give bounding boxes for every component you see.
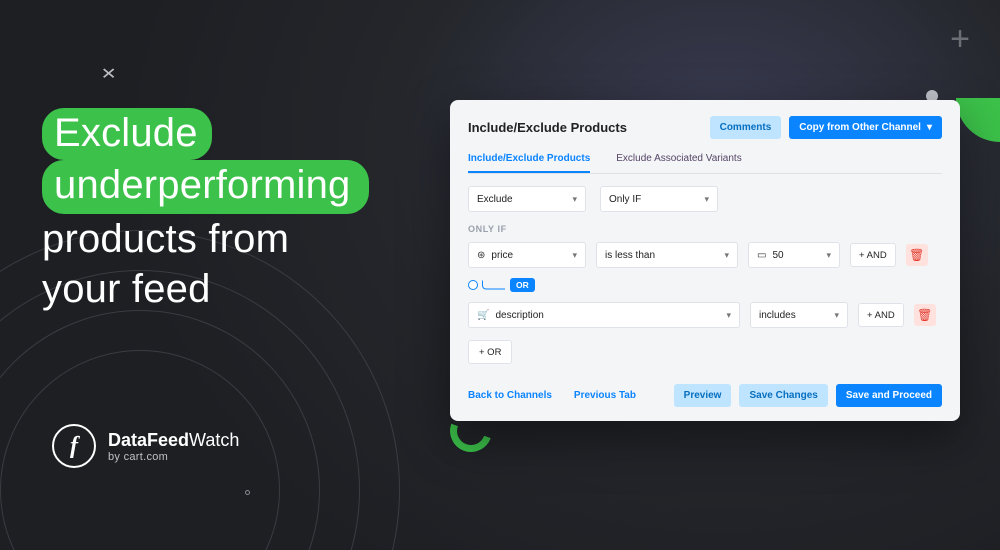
number-icon: ▭ (757, 250, 766, 261)
add-and-button[interactable]: + AND (858, 303, 904, 327)
plus-decor: + (950, 20, 970, 59)
headline-line-3: products from (42, 217, 289, 261)
trash-icon: 🗑 (909, 248, 924, 262)
logo-text-bold: DataFeed (108, 430, 189, 450)
chevron-down-icon (572, 194, 577, 205)
tab-include-exclude[interactable]: Include/Exclude Products (468, 153, 590, 173)
condition-row-2: 🛒description includes + AND 🗑 (468, 302, 942, 328)
add-and-button[interactable]: + AND (850, 243, 896, 267)
logo-subtext: by cart.com (108, 451, 239, 463)
scope-select[interactable]: Only IF (600, 186, 718, 212)
panel-title: Include/Exclude Products (468, 120, 627, 135)
field-select[interactable]: 🛒description (468, 302, 740, 328)
brand-logo: f DataFeedWatch by cart.com (52, 424, 239, 468)
delete-button[interactable]: 🗑 (914, 304, 936, 326)
value-select[interactable]: ▭50 (748, 242, 840, 268)
operator-select[interactable]: is less than (596, 242, 738, 268)
chevron-down-icon (724, 250, 729, 261)
field-select[interactable]: ⊛price (468, 242, 586, 268)
chevron-down-icon (826, 250, 831, 261)
price-icon: ⊛ (477, 250, 485, 261)
headline-line-4: your feed (42, 267, 211, 311)
tab-exclude-variants[interactable]: Exclude Associated Variants (616, 153, 741, 173)
rules-panel: Include/Exclude Products Comments Copy f… (450, 100, 960, 421)
previous-tab-link[interactable]: Previous Tab (574, 390, 636, 401)
section-label: ONLY IF (468, 224, 942, 234)
headline: Exclude underperforming products from yo… (42, 108, 369, 314)
x-decor: ✕ (101, 64, 117, 84)
save-proceed-button[interactable]: Save and Proceed (836, 384, 942, 407)
add-or-button[interactable]: + OR (468, 340, 512, 364)
chevron-down-icon (704, 194, 709, 205)
delete-button[interactable]: 🗑 (906, 244, 928, 266)
headline-pill-2: underperforming (42, 160, 369, 214)
comments-button[interactable]: Comments (710, 116, 782, 139)
preview-button[interactable]: Preview (674, 384, 732, 407)
tabs: Include/Exclude Products Exclude Associa… (468, 153, 942, 174)
save-changes-button[interactable]: Save Changes (739, 384, 827, 407)
chevron-down-icon: ▾ (927, 122, 932, 133)
trash-icon: 🗑 (917, 308, 932, 322)
action-select[interactable]: Exclude (468, 186, 586, 212)
copy-channel-button[interactable]: Copy from Other Channel▾ (789, 116, 942, 139)
or-connector: OR (510, 278, 535, 292)
cart-icon: 🛒 (477, 310, 489, 321)
logo-text-thin: Watch (189, 430, 239, 450)
back-to-channels-link[interactable]: Back to Channels (468, 390, 552, 401)
operator-select[interactable]: includes (750, 302, 848, 328)
chevron-down-icon (572, 250, 577, 261)
chevron-down-icon (726, 310, 731, 321)
quarter-circle-decor (956, 98, 1000, 142)
headline-pill-1: Exclude (42, 108, 212, 160)
logo-mark: f (52, 424, 96, 468)
chevron-down-icon (834, 310, 839, 321)
condition-row-1: ⊛price is less than ▭50 + AND 🗑 (468, 242, 942, 268)
